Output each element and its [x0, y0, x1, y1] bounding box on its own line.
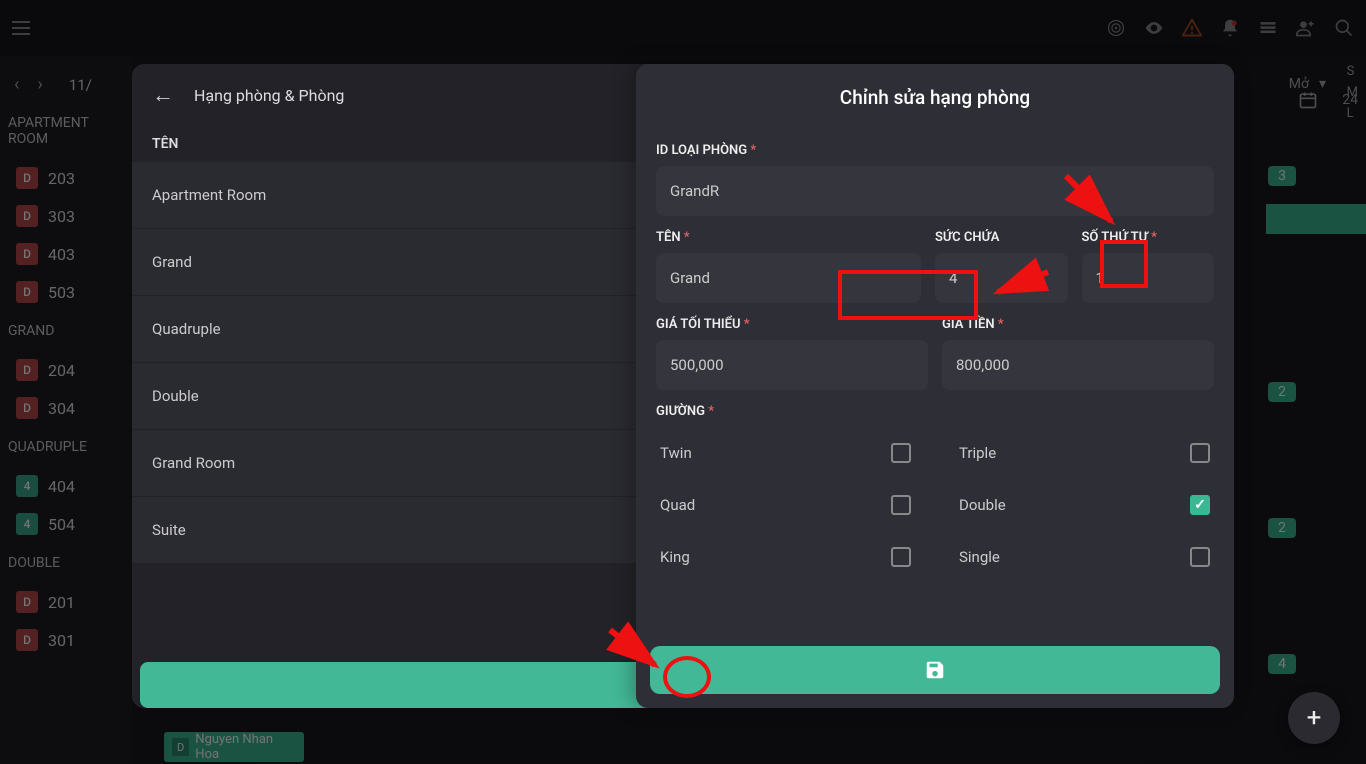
room-type-name: Grand	[152, 253, 192, 271]
label-id: ID LOẠI PHÒNG *	[656, 143, 1214, 158]
save-icon	[924, 659, 946, 681]
bed-checkbox[interactable]	[1190, 443, 1210, 463]
edit-modal: Chỉnh sửa hạng phòng ID LOẠI PHÒNG * TÊN…	[636, 64, 1234, 708]
room-type-name: Grand Room	[152, 454, 235, 472]
bed-option: Single	[955, 531, 1214, 583]
id-field[interactable]	[656, 166, 1214, 216]
fab-add-button[interactable]: +	[1288, 692, 1340, 744]
bed-checkbox[interactable]	[891, 547, 911, 567]
room-type-name: Apartment Room	[152, 186, 266, 204]
bed-name: Triple	[959, 444, 996, 462]
save-button[interactable]	[650, 646, 1220, 694]
bed-checkbox[interactable]	[891, 443, 911, 463]
label-price: GIÁ TIỀN *	[942, 317, 1214, 332]
label-capacity: SỨC CHỨA	[935, 230, 1068, 245]
bed-name: Single	[959, 548, 1000, 566]
capacity-field[interactable]	[935, 253, 1068, 303]
bed-checkbox[interactable]	[891, 495, 911, 515]
bed-name: Quad	[660, 496, 695, 514]
label-name: TÊN *	[656, 230, 921, 245]
label-bed: GIƯỜNG *	[656, 404, 1214, 419]
order-field[interactable]	[1082, 253, 1215, 303]
bed-option: King	[656, 531, 915, 583]
modal-title: Chỉnh sửa hạng phòng	[656, 86, 1214, 109]
bed-checkbox[interactable]	[1190, 495, 1210, 515]
bed-name: Twin	[660, 444, 692, 462]
bed-option: Double	[955, 479, 1214, 531]
back-icon[interactable]: ←	[152, 82, 174, 108]
label-order: SỐ THỨ TỰ *	[1082, 230, 1215, 245]
bed-option: Twin	[656, 427, 915, 479]
name-field[interactable]	[656, 253, 921, 303]
bed-option: Triple	[955, 427, 1214, 479]
bed-checkbox[interactable]	[1190, 547, 1210, 567]
room-type-name: Suite	[152, 521, 186, 539]
bed-name: Double	[959, 496, 1006, 514]
minprice-field[interactable]	[656, 340, 928, 390]
bed-option: Quad	[656, 479, 915, 531]
price-field[interactable]	[942, 340, 1214, 390]
room-type-name: Double	[152, 387, 199, 405]
room-type-name: Quadruple	[152, 320, 221, 338]
bed-name: King	[660, 548, 690, 566]
label-minprice: GIÁ TỐI THIỂU *	[656, 317, 928, 332]
panel-title: Hạng phòng & Phòng	[194, 86, 344, 105]
